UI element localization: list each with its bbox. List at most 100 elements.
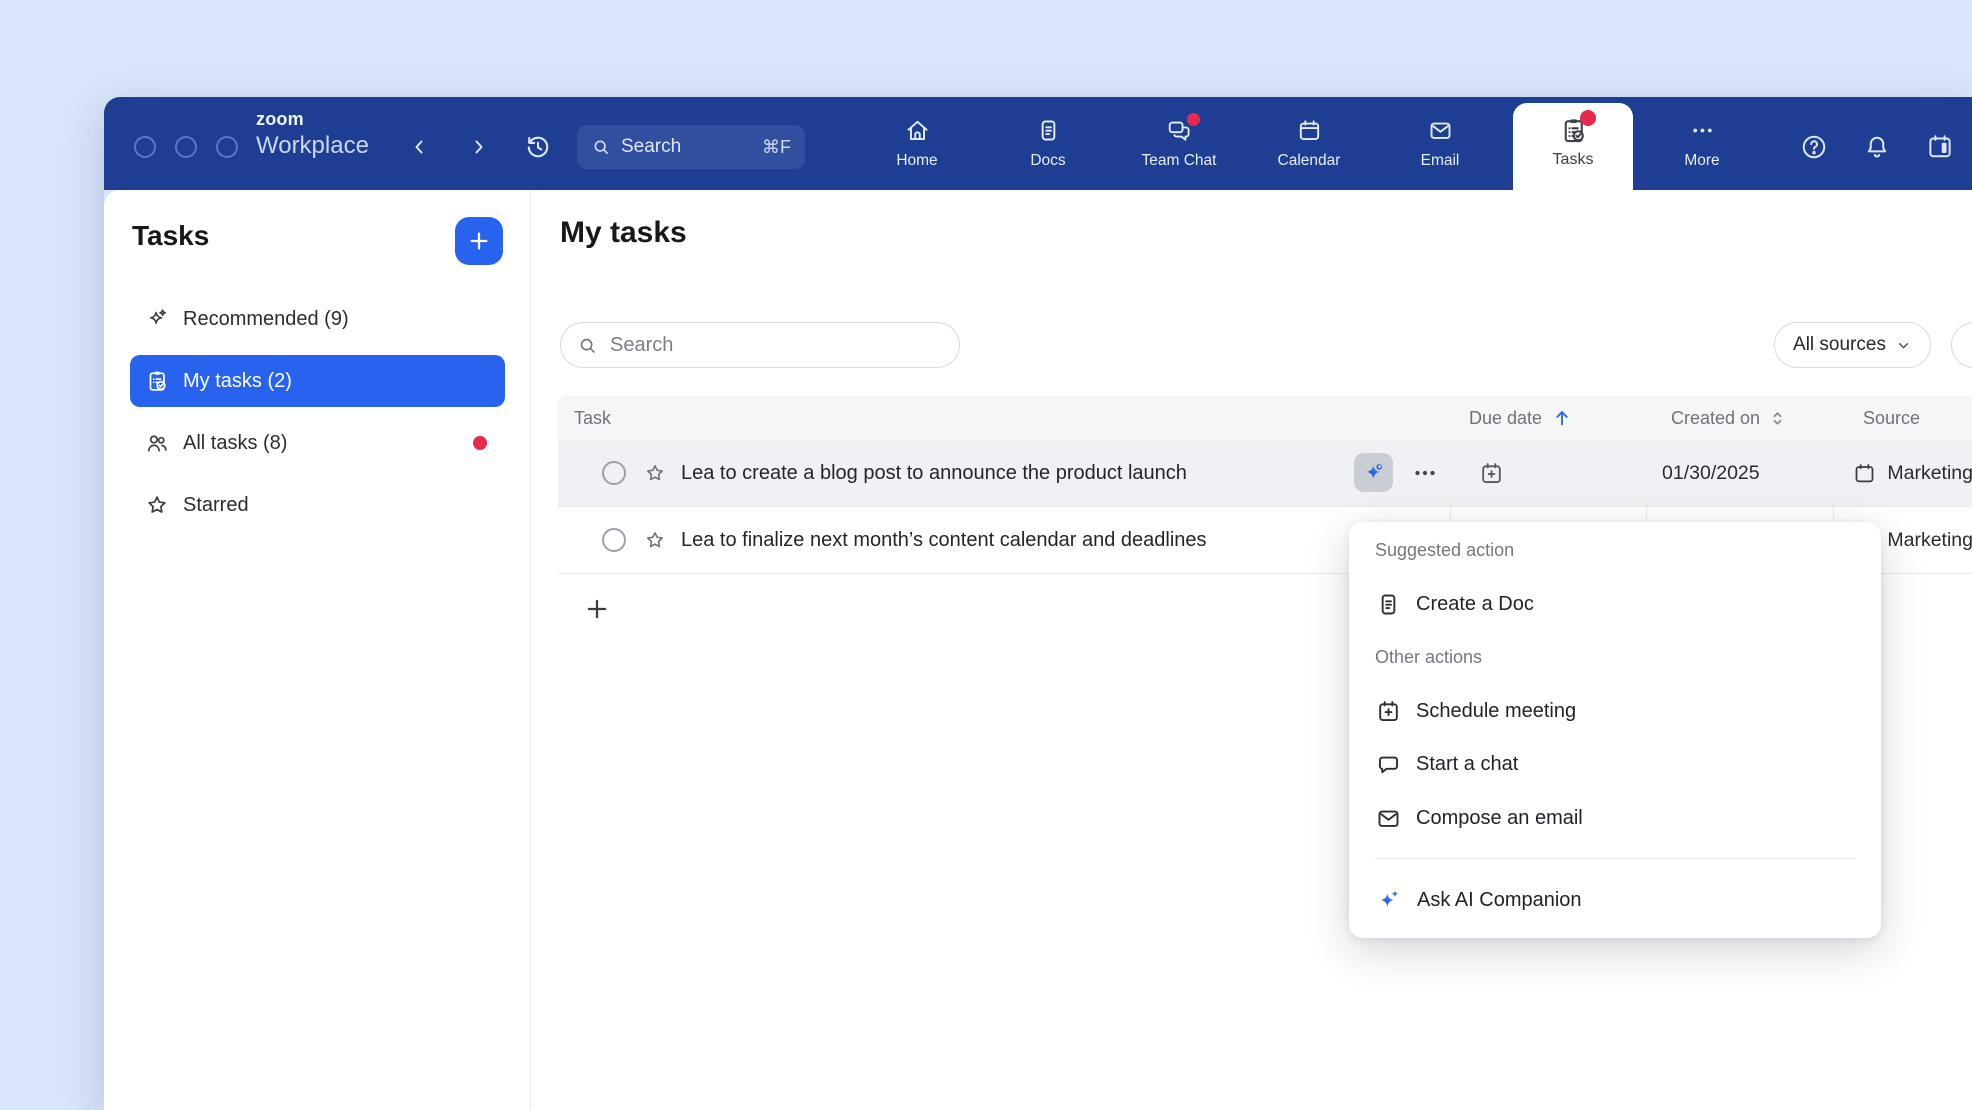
nav-tasks-active-tab[interactable]: Tasks bbox=[1513, 103, 1633, 190]
calendar-icon bbox=[1296, 117, 1323, 145]
all-sources-dropdown[interactable]: All sources bbox=[1774, 322, 1931, 368]
column-header-due-date[interactable]: Due date bbox=[1458, 407, 1656, 429]
source-label: Marketing bbox=[1887, 529, 1972, 552]
sidebar-item-label: My tasks (2) bbox=[183, 370, 292, 393]
task-complete-checkbox[interactable] bbox=[602, 528, 626, 552]
history-icon[interactable] bbox=[523, 132, 553, 162]
new-task-button[interactable] bbox=[455, 217, 503, 265]
task-row[interactable]: Lea to create a blog post to announce th… bbox=[558, 440, 1972, 507]
back-chevron-icon[interactable] bbox=[407, 135, 431, 159]
ai-suggested-actions-menu: Suggested action Create a Doc Other acti… bbox=[1349, 522, 1881, 938]
column-header-task: Task bbox=[558, 408, 1458, 429]
created-on-date: 01/30/2025 bbox=[1662, 462, 1760, 485]
ai-companion-actions-button[interactable] bbox=[1354, 453, 1393, 492]
menu-item-ask-ai-companion[interactable]: Ask AI Companion bbox=[1375, 873, 1855, 927]
top-bar: zoom Workplace Search ⌘F bbox=[104, 97, 1972, 190]
logo-zoom-text: zoom bbox=[256, 110, 369, 129]
window-control-minimize-icon[interactable] bbox=[175, 136, 197, 158]
app-body: Tasks Recommended (9) bbox=[104, 190, 1972, 1110]
sidebar-item-recommended[interactable]: Recommended (9) bbox=[130, 293, 505, 345]
search-icon bbox=[591, 137, 611, 157]
global-search-input[interactable]: Search ⌘F bbox=[577, 125, 805, 169]
task-title: Lea to create a blog post to announce th… bbox=[681, 462, 1187, 485]
sidebar-item-label: Recommended (9) bbox=[183, 308, 349, 331]
nav-team-chat[interactable]: Team Chat bbox=[1124, 109, 1234, 179]
global-search-placeholder: Search bbox=[621, 136, 681, 158]
ai-companion-sparkle-icon bbox=[1375, 886, 1403, 914]
menu-divider bbox=[1375, 858, 1855, 859]
menu-item-schedule-meeting[interactable]: Schedule meeting bbox=[1375, 684, 1855, 738]
sort-both-icon bbox=[1767, 408, 1788, 429]
notifications-bell-icon[interactable] bbox=[1862, 132, 1892, 162]
zoom-workplace-window: zoom Workplace Search ⌘F bbox=[104, 97, 1972, 1110]
logo-workplace-text: Workplace bbox=[256, 133, 369, 158]
help-icon[interactable] bbox=[1799, 132, 1829, 162]
menu-item-start-chat[interactable]: Start a chat bbox=[1375, 737, 1855, 791]
forward-chevron-icon[interactable] bbox=[467, 135, 491, 159]
tasks-clipboard-icon bbox=[1558, 115, 1589, 146]
clipboard-check-icon bbox=[144, 368, 170, 394]
chevron-down-icon bbox=[1895, 337, 1912, 354]
add-due-date-button[interactable] bbox=[1478, 460, 1505, 487]
my-tasks-panel: My tasks All sources Task bbox=[532, 190, 1972, 1110]
plus-icon bbox=[466, 228, 492, 254]
nav-docs[interactable]: Docs bbox=[993, 109, 1103, 179]
page-title: My tasks bbox=[560, 216, 687, 250]
envelope-icon bbox=[1375, 805, 1402, 832]
scheduler-panel-icon[interactable] bbox=[1925, 132, 1955, 162]
task-complete-checkbox[interactable] bbox=[602, 461, 626, 485]
zoom-workplace-logo: zoom Workplace bbox=[256, 110, 369, 158]
menu-section-label: Other actions bbox=[1375, 643, 1482, 671]
tasks-sidebar: Tasks Recommended (9) bbox=[104, 190, 531, 1110]
tasks-unread-badge bbox=[1580, 110, 1596, 126]
sidebar-item-my-tasks[interactable]: My tasks (2) bbox=[130, 355, 505, 407]
star-icon[interactable] bbox=[643, 461, 667, 485]
task-cell: Lea to create a blog post to announce th… bbox=[558, 440, 1450, 506]
sidebar-item-label: Starred bbox=[183, 494, 249, 517]
home-icon bbox=[904, 117, 931, 145]
due-date-cell bbox=[1450, 440, 1646, 506]
search-icon bbox=[577, 335, 598, 356]
task-cell: Lea to finalize next month’s content cal… bbox=[558, 507, 1450, 573]
sparkle-icon bbox=[144, 306, 170, 332]
sort-ascending-icon bbox=[1551, 407, 1573, 429]
all-tasks-unread-dot bbox=[473, 436, 487, 450]
search-shortcut-label: ⌘F bbox=[762, 137, 791, 158]
row-more-actions-button[interactable] bbox=[1410, 440, 1440, 506]
menu-item-compose-email[interactable]: Compose an email bbox=[1375, 791, 1855, 845]
doc-icon bbox=[1375, 591, 1402, 618]
chat-bubble-icon bbox=[1375, 751, 1402, 778]
star-icon bbox=[144, 492, 170, 518]
source-label: Marketing bbox=[1887, 462, 1972, 485]
task-search-input[interactable] bbox=[608, 333, 943, 358]
window-control-close-icon[interactable] bbox=[134, 136, 156, 158]
menu-section-label: Suggested action bbox=[1375, 536, 1514, 564]
more-ellipsis-icon bbox=[1689, 117, 1716, 145]
add-task-button[interactable] bbox=[582, 594, 612, 624]
sidebar-item-label: All tasks (8) bbox=[183, 432, 287, 455]
docs-icon bbox=[1035, 117, 1062, 145]
filter-pill-partial[interactable] bbox=[1951, 322, 1972, 368]
calendar-plus-icon bbox=[1375, 698, 1402, 725]
people-icon bbox=[144, 430, 170, 456]
email-icon bbox=[1427, 117, 1454, 145]
created-on-cell: 01/30/2025 bbox=[1646, 440, 1833, 506]
all-sources-label: All sources bbox=[1793, 334, 1886, 356]
window-control-zoom-icon[interactable] bbox=[216, 136, 238, 158]
nav-calendar[interactable]: Calendar bbox=[1254, 109, 1364, 179]
menu-item-create-doc[interactable]: Create a Doc bbox=[1375, 577, 1855, 631]
column-header-source: Source bbox=[1845, 408, 1972, 429]
nav-email[interactable]: Email bbox=[1385, 109, 1495, 179]
calendar-source-icon bbox=[1852, 461, 1877, 486]
table-header-row: Task Due date Created on bbox=[558, 396, 1972, 440]
sidebar-item-starred[interactable]: Starred bbox=[130, 479, 505, 531]
task-search-field[interactable] bbox=[560, 322, 960, 368]
sidebar-item-all-tasks[interactable]: All tasks (8) bbox=[130, 417, 505, 469]
source-cell: Marketing bbox=[1833, 440, 1972, 506]
star-icon[interactable] bbox=[643, 528, 667, 552]
column-header-created-on[interactable]: Created on bbox=[1656, 408, 1845, 429]
nav-home[interactable]: Home bbox=[862, 109, 972, 179]
team-chat-icon bbox=[1165, 117, 1194, 145]
task-title: Lea to finalize next month’s content cal… bbox=[681, 529, 1207, 552]
nav-more[interactable]: More bbox=[1647, 109, 1757, 179]
